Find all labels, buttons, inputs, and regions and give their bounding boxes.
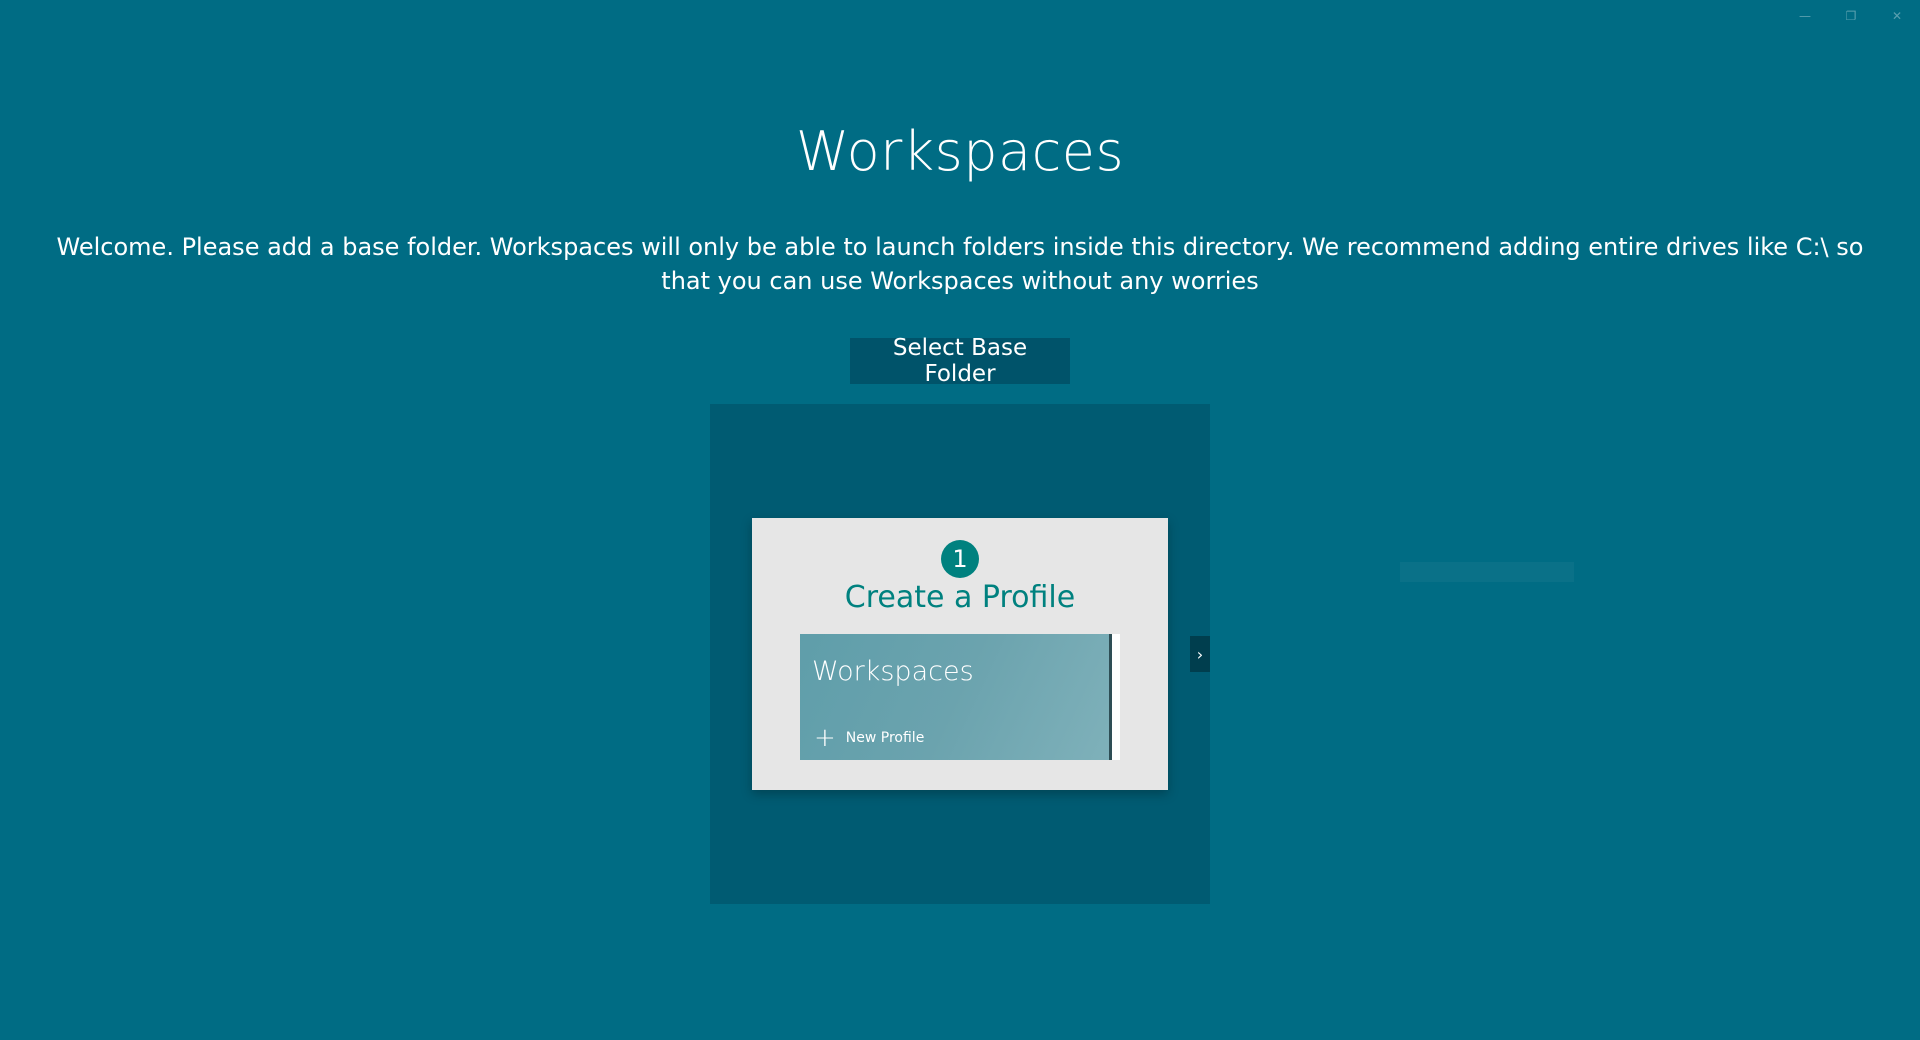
maximize-icon: ❐	[1845, 9, 1857, 23]
minimize-icon: —	[1799, 9, 1811, 23]
maximize-button[interactable]: ❐	[1828, 0, 1874, 32]
tutorial-flipview[interactable]: 1 Create a Profile Workspaces + New Prof…	[710, 404, 1210, 904]
minimize-button[interactable]: —	[1782, 0, 1828, 32]
tutorial-card: 1 Create a Profile Workspaces + New Prof…	[752, 518, 1168, 790]
chevron-right-icon: ›	[1196, 644, 1204, 664]
preview-edge	[1109, 634, 1112, 760]
caption-buttons: — ❐ ✕	[1782, 0, 1920, 32]
page-title: Workspaces	[795, 120, 1125, 183]
close-icon: ✕	[1891, 9, 1903, 23]
preview-new-profile-label: New Profile	[845, 730, 925, 746]
tutorial-card-title: Create a Profile	[844, 580, 1076, 615]
faded-element	[1400, 562, 1574, 582]
close-button[interactable]: ✕	[1874, 0, 1920, 32]
preview-app-title: Workspaces	[812, 656, 974, 687]
step-number-badge: 1	[941, 540, 979, 578]
tutorial-preview-image: Workspaces + New Profile	[800, 634, 1120, 760]
welcome-message: Welcome. Please add a base folder. Works…	[56, 233, 1864, 295]
select-base-folder-button[interactable]: Select Base Folder	[850, 335, 1070, 387]
flipview-next-button[interactable]: ›	[1190, 636, 1210, 672]
plus-icon: +	[814, 723, 836, 753]
preview-new-profile: + New Profile	[814, 723, 925, 753]
app-window: — ❐ ✕ Workspaces Welcome. Please add a b…	[0, 0, 1920, 1040]
